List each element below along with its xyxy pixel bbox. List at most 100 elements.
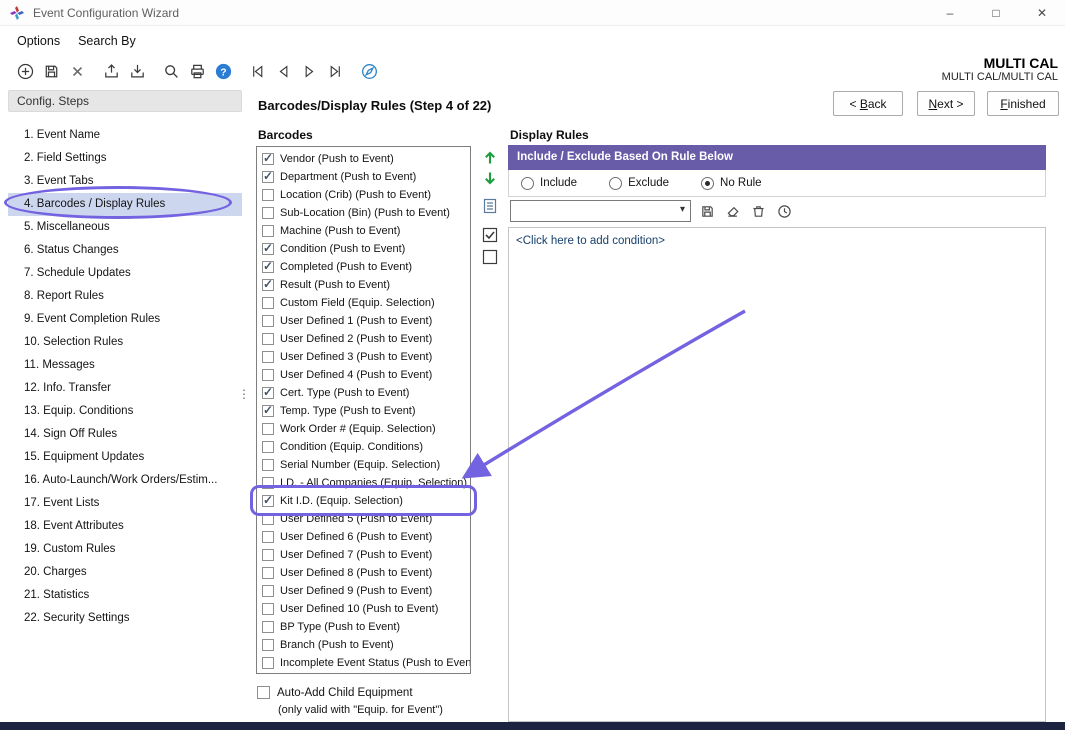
barcode-checkbox[interactable] xyxy=(262,423,274,435)
add-button[interactable] xyxy=(14,60,36,82)
barcode-item[interactable]: User Defined 6 (Push to Event) xyxy=(257,528,470,546)
barcode-checkbox[interactable] xyxy=(262,603,274,615)
barcode-checkbox[interactable] xyxy=(262,243,274,255)
sidebar-step-15[interactable]: 15. Equipment Updates xyxy=(8,446,242,469)
barcode-checkbox[interactable] xyxy=(262,657,274,669)
nav-last-button[interactable] xyxy=(324,60,346,82)
sidebar-step-2[interactable]: 2. Field Settings xyxy=(8,147,242,170)
barcode-item[interactable]: BP Type (Push to Event) xyxy=(257,618,470,636)
sidebar-step-7[interactable]: 7. Schedule Updates xyxy=(8,262,242,285)
barcode-checkbox[interactable] xyxy=(262,279,274,291)
barcode-item[interactable]: User Defined 5 (Push to Event) xyxy=(257,510,470,528)
barcode-checkbox[interactable] xyxy=(262,513,274,525)
barcode-item[interactable]: Cert. Type (Push to Event) xyxy=(257,384,470,402)
barcode-item[interactable]: User Defined 2 (Push to Event) xyxy=(257,330,470,348)
sidebar-step-18[interactable]: 18. Event Attributes xyxy=(8,515,242,538)
move-down-button[interactable] xyxy=(480,169,500,189)
nav-prev-button[interactable] xyxy=(272,60,294,82)
add-condition-link[interactable]: <Click here to add condition> xyxy=(509,228,1045,247)
barcode-checkbox[interactable] xyxy=(262,351,274,363)
menu-item-search-by[interactable]: Search By xyxy=(69,30,145,52)
rule-delete-button[interactable] xyxy=(748,201,768,221)
sidebar-step-21[interactable]: 21. Statistics xyxy=(8,584,242,607)
barcode-item[interactable]: Sub-Location (Bin) (Push to Event) xyxy=(257,204,470,222)
import-button[interactable] xyxy=(126,60,148,82)
sidebar-step-1[interactable]: 1. Event Name xyxy=(8,124,242,147)
barcode-item[interactable]: Incomplete Event Status (Push to Event) xyxy=(257,654,470,672)
barcode-item[interactable]: Result (Push to Event) xyxy=(257,276,470,294)
splitter-handle[interactable]: ⋮ xyxy=(238,392,246,397)
nav-next-button[interactable] xyxy=(298,60,320,82)
sidebar-step-14[interactable]: 14. Sign Off Rules xyxy=(8,423,242,446)
radio-include[interactable]: Include xyxy=(521,177,577,190)
barcode-item[interactable]: Work Order # (Equip. Selection) xyxy=(257,420,470,438)
barcode-checkbox[interactable] xyxy=(262,261,274,273)
compass-button[interactable] xyxy=(358,60,380,82)
barcode-checkbox[interactable] xyxy=(262,639,274,651)
checkbox[interactable] xyxy=(257,686,270,699)
print-button[interactable] xyxy=(186,60,208,82)
sidebar-step-13[interactable]: 13. Equip. Conditions xyxy=(8,400,242,423)
minimize-button[interactable]: – xyxy=(927,0,973,26)
barcode-checkbox[interactable] xyxy=(262,333,274,345)
rule-combobox[interactable] xyxy=(510,200,691,222)
search-button[interactable] xyxy=(160,60,182,82)
barcode-item[interactable]: Machine (Push to Event) xyxy=(257,222,470,240)
back-button[interactable]: < Back xyxy=(833,91,903,116)
auto-add-child-equipment-checkbox[interactable]: Auto-Add Child Equipment xyxy=(257,686,413,699)
close-button[interactable]: ✕ xyxy=(1019,0,1065,26)
notes-button[interactable] xyxy=(480,196,500,216)
barcode-item[interactable]: Custom Field (Equip. Selection) xyxy=(257,294,470,312)
barcode-item[interactable]: I.D. - All Companies (Equip. Selection) xyxy=(257,474,470,492)
barcode-item[interactable]: Vendor (Push to Event) xyxy=(257,150,470,168)
barcode-item[interactable]: User Defined 3 (Push to Event) xyxy=(257,348,470,366)
radio-no-rule[interactable]: No Rule xyxy=(701,177,762,190)
barcode-item[interactable]: Condition (Equip. Conditions) xyxy=(257,438,470,456)
barcode-checkbox[interactable] xyxy=(262,189,274,201)
sidebar-step-20[interactable]: 20. Charges xyxy=(8,561,242,584)
barcode-item[interactable]: Department (Push to Event) xyxy=(257,168,470,186)
barcode-item[interactable]: User Defined 10 (Push to Event) xyxy=(257,600,470,618)
barcode-checkbox[interactable] xyxy=(262,225,274,237)
sidebar-step-16[interactable]: 16. Auto-Launch/Work Orders/Estim... xyxy=(8,469,242,492)
barcode-checkbox[interactable] xyxy=(262,495,274,507)
export-button[interactable] xyxy=(100,60,122,82)
barcode-item[interactable]: Kit I.D. (Equip. Selection) xyxy=(257,492,470,510)
sidebar-step-9[interactable]: 9. Event Completion Rules xyxy=(8,308,242,331)
barcode-checkbox[interactable] xyxy=(262,459,274,471)
rule-save-button[interactable] xyxy=(697,201,717,221)
barcode-item[interactable]: User Defined 1 (Push to Event) xyxy=(257,312,470,330)
delete-button[interactable] xyxy=(66,60,88,82)
barcode-checkbox[interactable] xyxy=(262,585,274,597)
barcode-checkbox[interactable] xyxy=(262,567,274,579)
barcode-checkbox[interactable] xyxy=(262,315,274,327)
save-button[interactable] xyxy=(40,60,62,82)
sidebar-step-5[interactable]: 5. Miscellaneous xyxy=(8,216,242,239)
barcode-item[interactable]: Serial Number (Equip. Selection) xyxy=(257,456,470,474)
nav-first-button[interactable] xyxy=(246,60,268,82)
barcode-checkbox[interactable] xyxy=(262,405,274,417)
barcode-checkbox[interactable] xyxy=(262,477,274,489)
barcode-checkbox[interactable] xyxy=(262,621,274,633)
next-button[interactable]: Next > xyxy=(917,91,975,116)
sidebar-step-12[interactable]: 12. Info. Transfer xyxy=(8,377,242,400)
barcode-item[interactable]: User Defined 4 (Push to Event) xyxy=(257,366,470,384)
finished-button[interactable]: Finished xyxy=(987,91,1059,116)
sidebar-step-11[interactable]: 11. Messages xyxy=(8,354,242,377)
sidebar-step-10[interactable]: 10. Selection Rules xyxy=(8,331,242,354)
sidebar-step-6[interactable]: 6. Status Changes xyxy=(8,239,242,262)
sidebar-step-19[interactable]: 19. Custom Rules xyxy=(8,538,242,561)
rule-erase-button[interactable] xyxy=(723,201,743,221)
barcode-item[interactable]: Condition (Push to Event) xyxy=(257,240,470,258)
barcode-checkbox[interactable] xyxy=(262,531,274,543)
sidebar-step-22[interactable]: 22. Security Settings xyxy=(8,607,242,630)
barcode-checkbox[interactable] xyxy=(262,153,274,165)
barcode-item[interactable]: Completed (Push to Event) xyxy=(257,258,470,276)
barcode-checkbox[interactable] xyxy=(262,387,274,399)
barcode-checkbox[interactable] xyxy=(262,171,274,183)
barcode-checkbox[interactable] xyxy=(262,297,274,309)
sidebar-step-3[interactable]: 3. Event Tabs xyxy=(8,170,242,193)
barcode-checkbox[interactable] xyxy=(262,441,274,453)
sidebar-step-4[interactable]: 4. Barcodes / Display Rules xyxy=(8,193,242,216)
barcode-item[interactable]: User Defined 9 (Push to Event) xyxy=(257,582,470,600)
